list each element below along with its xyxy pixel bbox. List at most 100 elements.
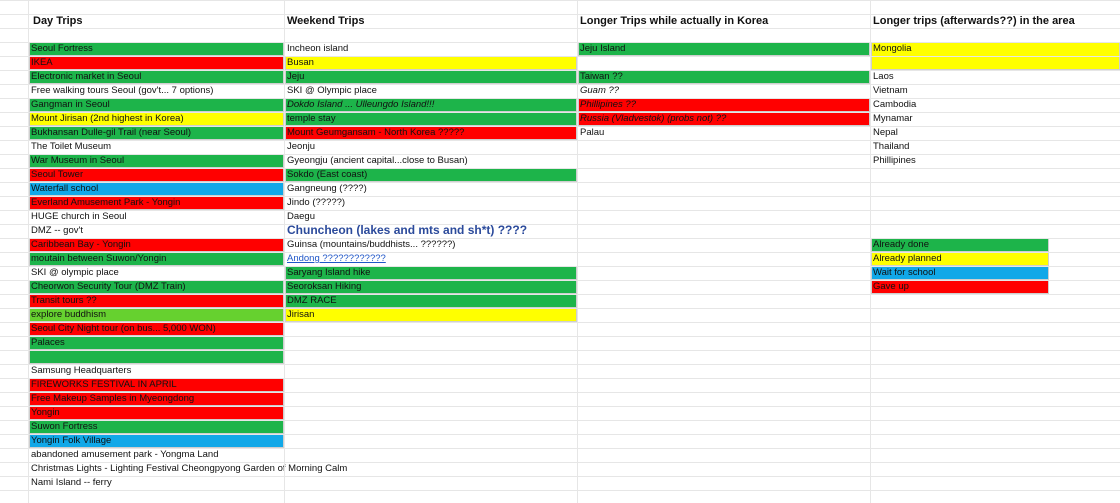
cell-col0-row15[interactable]: moutain between Suwon/Yongin bbox=[29, 252, 284, 266]
cell-col0-row16[interactable]: SKI @ olympic place bbox=[29, 266, 284, 280]
cell-col0-row28[interactable]: Yongin Folk Village bbox=[29, 434, 284, 448]
cell-col0-row22[interactable] bbox=[29, 350, 284, 364]
cell-col3-row2[interactable]: Laos bbox=[871, 70, 1120, 84]
cell-col0-row26[interactable]: Yongin bbox=[29, 406, 284, 420]
cell-col2-row3[interactable]: Guam ?? bbox=[578, 84, 870, 98]
cell-col1-row9[interactable]: Sokdo (East coast) bbox=[285, 168, 577, 182]
gridline-horizontal bbox=[0, 98, 1120, 99]
gridline-horizontal bbox=[0, 196, 1120, 197]
legend-label[interactable]: Already done bbox=[871, 238, 929, 252]
legend-label[interactable]: Gave up bbox=[871, 280, 909, 294]
gridline-horizontal bbox=[0, 126, 1120, 127]
cell-col2-row0[interactable]: Jeju Island bbox=[578, 42, 870, 56]
cell-col1-row10[interactable]: Gangneung (????) bbox=[285, 182, 577, 196]
gridline-horizontal bbox=[0, 406, 1120, 407]
cell-col0-row21[interactable]: Palaces bbox=[29, 336, 284, 350]
cell-col0-row27[interactable]: Suwon Fortress bbox=[29, 420, 284, 434]
gridline-horizontal bbox=[0, 336, 1120, 337]
cell-col1-row8[interactable]: Gyeongju (ancient capital...close to Bus… bbox=[285, 154, 577, 168]
cell-col0-row0[interactable]: Seoul Fortress bbox=[29, 42, 284, 56]
cell-col0-row23[interactable]: Samsung Headquarters bbox=[29, 364, 284, 378]
gridline-horizontal bbox=[0, 322, 1120, 323]
cell-col1-row0[interactable]: Incheon island bbox=[285, 42, 577, 56]
cell-col0-row14[interactable]: Caribbean Bay - Yongin bbox=[29, 238, 284, 252]
header-longer-trips-afterwards[interactable]: Longer trips (afterwards??) in the area bbox=[870, 14, 1075, 28]
gridline-horizontal bbox=[0, 14, 1120, 15]
gridline-horizontal bbox=[0, 210, 1120, 211]
cell-col3-row6[interactable]: Nepal bbox=[871, 126, 1120, 140]
cell-col0-row19[interactable]: explore buddhism bbox=[29, 308, 284, 322]
cell-col1-row2[interactable]: Jeju bbox=[285, 70, 577, 84]
cell-col2-row6[interactable]: Palau bbox=[578, 126, 870, 140]
cell-col3-row5[interactable]: Mynamar bbox=[871, 112, 1120, 126]
cell-col0-row10[interactable]: Waterfall school bbox=[29, 182, 284, 196]
cell-col0-row25[interactable]: Free Makeup Samples in Myeongdong bbox=[29, 392, 284, 406]
gridline-horizontal bbox=[0, 56, 1120, 57]
cell-col0-row13[interactable]: DMZ -- gov't bbox=[29, 224, 284, 238]
cell-col1-row3[interactable]: SKI @ Olympic place bbox=[285, 84, 577, 98]
gridline-horizontal bbox=[0, 28, 1120, 29]
cell-col2-row5[interactable]: Russia (Vladvestok) (probs not) ?? bbox=[578, 112, 870, 126]
cell-col1-row5[interactable]: temple stay bbox=[285, 112, 577, 126]
cell-col0-row20[interactable]: Seoul City Night tour (on bus... 5,000 W… bbox=[29, 322, 284, 336]
gridline-horizontal bbox=[0, 308, 1120, 309]
cell-col1-row18[interactable]: DMZ RACE bbox=[285, 294, 577, 308]
gridline-horizontal bbox=[0, 224, 1120, 225]
gridline-horizontal bbox=[0, 448, 1120, 449]
cell-col3-row8[interactable]: Phillipines bbox=[871, 154, 1120, 168]
cell-col1-row17[interactable]: Seoroksan Hiking bbox=[285, 280, 577, 294]
cell-col0-row31[interactable]: Nami Island -- ferry bbox=[29, 476, 284, 490]
cell-col1-row6[interactable]: Mount Geumgansam - North Korea ????? bbox=[285, 126, 577, 140]
cell-col1-row7[interactable]: Jeonju bbox=[285, 140, 577, 154]
cell-col0-row8[interactable]: War Museum in Seoul bbox=[29, 154, 284, 168]
gridline-horizontal bbox=[0, 252, 1120, 253]
gridline-horizontal bbox=[0, 490, 1120, 491]
gridline-horizontal bbox=[0, 462, 1120, 463]
cell-col0-row4[interactable]: Gangman in Seoul bbox=[29, 98, 284, 112]
cell-col3-row3[interactable]: Vietnam bbox=[871, 84, 1120, 98]
gridline-horizontal bbox=[0, 476, 1120, 477]
gridline-horizontal bbox=[0, 112, 1120, 113]
gridline-horizontal bbox=[0, 350, 1120, 351]
cell-col1-row19[interactable]: Jirisan bbox=[285, 308, 577, 322]
cell-col1-row4[interactable]: Dokdo Island ... Ulleungdo Island!!! bbox=[285, 98, 577, 112]
cell-col3-row0[interactable]: Mongolia bbox=[871, 42, 1120, 56]
gridline-horizontal bbox=[0, 364, 1120, 365]
cell-col3-row4[interactable]: Cambodia bbox=[871, 98, 1120, 112]
cell-col2-row4[interactable]: Phillipines ?? bbox=[578, 98, 870, 112]
spreadsheet-grid[interactable]: Day Trips Weekend Trips Longer Trips whi… bbox=[0, 0, 1120, 503]
cell-col0-row30[interactable]: Christmas Lights - Lighting Festival Che… bbox=[29, 462, 347, 476]
cell-col0-row9[interactable]: Seoul Tower bbox=[29, 168, 284, 182]
header-day-trips[interactable]: Day Trips bbox=[30, 14, 83, 28]
cell-col2-row1[interactable] bbox=[578, 56, 870, 70]
cell-col0-row5[interactable]: Mount Jirisan (2nd highest in Korea) bbox=[29, 112, 284, 126]
cell-col1-row1[interactable]: Busan bbox=[285, 56, 577, 70]
cell-col1-row11[interactable]: Jindo (?????) bbox=[285, 196, 577, 210]
cell-col1-row14[interactable]: Guinsa (mountains/buddhists... ??????) bbox=[285, 238, 577, 252]
gridline-horizontal bbox=[0, 182, 1120, 183]
cell-col1-row12[interactable]: Daegu bbox=[285, 210, 577, 224]
cell-col3-row7[interactable]: Thailand bbox=[871, 140, 1120, 154]
legend-label[interactable]: Already planned bbox=[871, 252, 942, 266]
cell-col0-row29[interactable]: abandoned amusement park - Yongma Land bbox=[29, 448, 284, 462]
cell-col0-row3[interactable]: Free walking tours Seoul (gov't... 7 opt… bbox=[29, 84, 284, 98]
header-weekend-trips[interactable]: Weekend Trips bbox=[284, 14, 364, 28]
cell-col0-row11[interactable]: Everland Amusement Park - Yongin bbox=[29, 196, 284, 210]
cell-col0-row1[interactable]: IKEA bbox=[29, 56, 284, 70]
cell-col0-row24[interactable]: FIREWORKS FESTIVAL IN APRIL bbox=[29, 378, 284, 392]
cell-col0-row2[interactable]: Electronic market in Seoul bbox=[29, 70, 284, 84]
header-longer-trips-korea[interactable]: Longer Trips while actually in Korea bbox=[577, 14, 768, 28]
cell-col1-row13[interactable]: Chuncheon (lakes and mts and sh*t) ???? bbox=[285, 223, 577, 237]
cell-col1-row15[interactable]: Andong ???????????? bbox=[285, 252, 577, 266]
gridline-horizontal bbox=[0, 140, 1120, 141]
legend-label[interactable]: Wait for school bbox=[871, 266, 935, 280]
cell-col0-row12[interactable]: HUGE church in Seoul bbox=[29, 210, 284, 224]
cell-col0-row6[interactable]: Bukhansan Dulle-gil Trail (near Seoul) bbox=[29, 126, 284, 140]
cell-col1-row16[interactable]: Saryang Island hike bbox=[285, 266, 577, 280]
cell-col0-row7[interactable]: The Toilet Museum bbox=[29, 140, 284, 154]
cell-col0-row18[interactable]: Transit tours ?? bbox=[29, 294, 284, 308]
cell-col2-row2[interactable]: Taiwan ?? bbox=[578, 70, 870, 84]
gridline-horizontal bbox=[0, 238, 1120, 239]
cell-col0-row17[interactable]: Cheorwon Security Tour (DMZ Train) bbox=[29, 280, 284, 294]
gridline-horizontal bbox=[0, 392, 1120, 393]
